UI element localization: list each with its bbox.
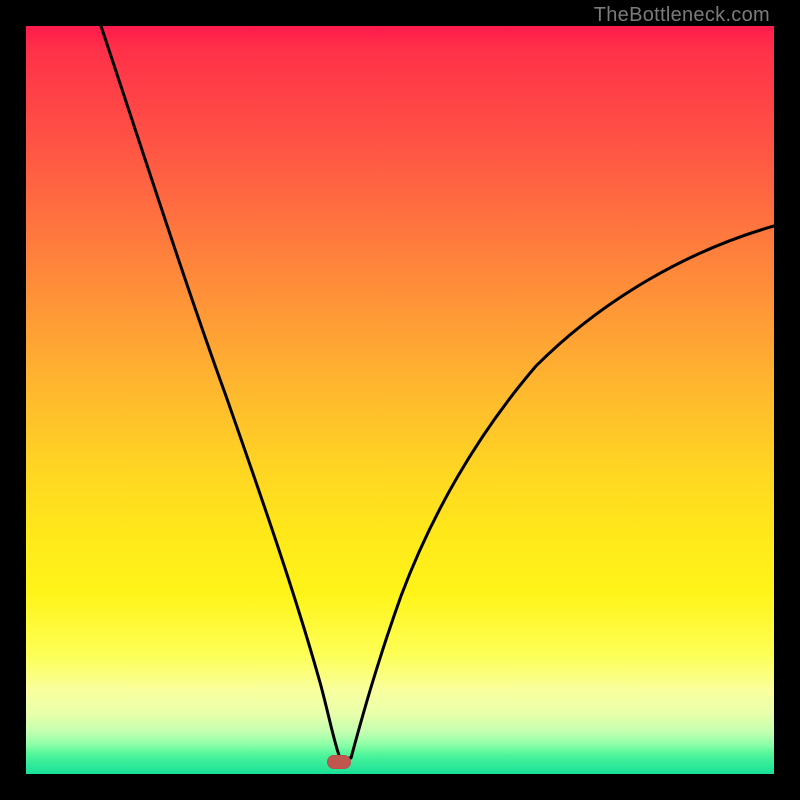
bottleneck-curve — [26, 26, 774, 774]
optimal-marker — [327, 755, 351, 769]
plot-area — [26, 26, 774, 774]
watermark-text: TheBottleneck.com — [594, 4, 770, 27]
chart-frame: TheBottleneck.com — [0, 0, 800, 800]
curve-path — [101, 26, 774, 758]
